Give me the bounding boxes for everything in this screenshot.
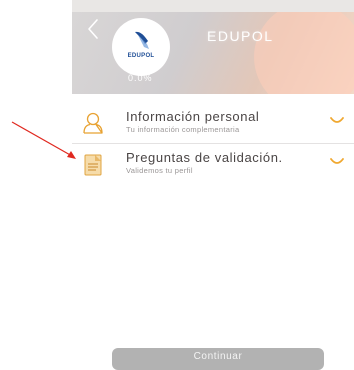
avatar-logo: EDUPOL <box>112 18 170 76</box>
profile-progress-value: 0.0% <box>128 73 153 83</box>
section-title: Preguntas de validación. <box>126 150 283 165</box>
back-chevron-icon[interactable] <box>86 18 100 40</box>
continue-button[interactable]: Continuar <box>112 348 324 370</box>
chevron-down-icon[interactable] <box>330 158 344 166</box>
section-subtitle: Tu información complementaria <box>126 125 240 134</box>
chevron-down-icon[interactable] <box>330 117 344 125</box>
document-icon <box>84 154 102 176</box>
profile-header: EDUPOL EDUPOL 0.0% <box>72 12 354 94</box>
section-title: Información personal <box>126 109 260 124</box>
section-personal-info[interactable]: Información personal Tu información comp… <box>72 104 354 144</box>
annotation-arrow <box>11 121 76 159</box>
section-validation-questions[interactable]: Preguntas de validación. Validemos tu pe… <box>72 145 354 185</box>
section-subtitle: Validemos tu perfil <box>126 166 193 175</box>
app-title: EDUPOL <box>207 28 274 44</box>
header-background-glow <box>254 12 354 94</box>
logo-wordmark: EDUPOL <box>127 53 155 59</box>
status-bar-strip <box>72 0 354 12</box>
edupol-logo-mark-icon <box>135 31 149 49</box>
person-outline-icon <box>83 112 103 134</box>
